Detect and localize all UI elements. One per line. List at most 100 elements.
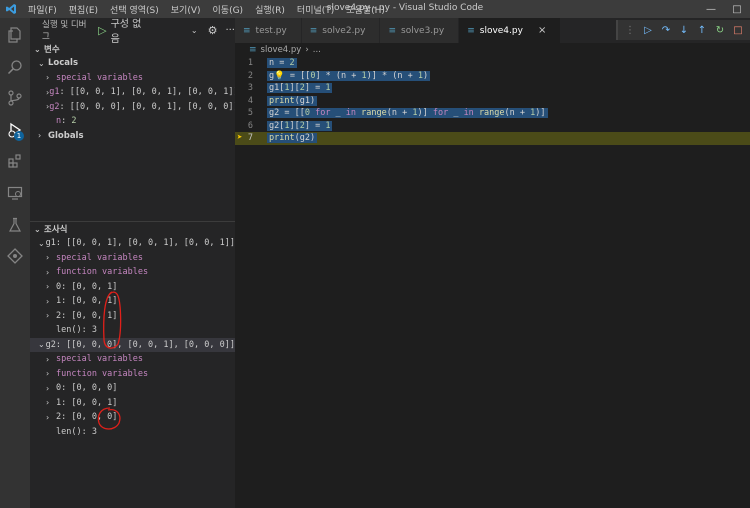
debug-config-select[interactable]: 구성 없음: [111, 15, 149, 45]
watch-g2-item-1[interactable]: › 1: [0, 0, 1]: [30, 396, 235, 411]
code-text: g1[1][2] = 1: [267, 83, 333, 94]
code-line-5[interactable]: 5 g2 = [[0 for _ in range(n + 1)] for _ …: [235, 107, 750, 120]
menu-help[interactable]: 도움말(H): [340, 3, 391, 16]
watch-g1-function[interactable]: › function variables: [30, 265, 235, 280]
watch-g1-special[interactable]: › special variables: [30, 251, 235, 266]
locals-scope[interactable]: ⌄ Locals: [30, 56, 235, 71]
tab-slove4[interactable]: ≡ slove4.py ×: [459, 18, 562, 43]
drag-handle-icon[interactable]: ⋮: [622, 25, 638, 36]
chevron-right-icon: ›: [46, 282, 50, 292]
watch-g1-item-2[interactable]: › 2: [0, 0, 1]: [30, 309, 235, 324]
tab-solve3[interactable]: ≡ solve3.py: [380, 18, 460, 43]
window-controls: — □: [698, 0, 750, 18]
breadcrumb-file[interactable]: slove4.py: [261, 45, 302, 55]
watch-g1-len[interactable]: len(): 3: [30, 323, 235, 338]
code-line-7[interactable]: ➤ 7 print(g2): [235, 132, 750, 145]
more-icon[interactable]: ···: [225, 25, 235, 36]
start-debug-icon[interactable]: ▷: [98, 24, 106, 37]
menu-file[interactable]: 파일(F): [22, 3, 63, 16]
watch-g1[interactable]: ⌄ g1: [[0, 0, 1], [0, 0, 1], [0, 0, 1]]: [30, 236, 235, 251]
chevron-right-icon: ›: [38, 131, 42, 141]
watch-g1-header: g1: [[0, 0, 1], [0, 0, 1], [0, 0, 1]]: [45, 238, 235, 249]
globals-scope[interactable]: › Globals: [30, 129, 235, 144]
list-item: 2: [0, 0, 1]: [56, 310, 118, 321]
maximize-icon[interactable]: □: [724, 0, 750, 18]
extensions-icon[interactable]: [0, 146, 30, 176]
len-label: len(): 3: [56, 325, 97, 336]
chevron-down-icon: ⌄: [38, 340, 45, 350]
watch-g1-item-0[interactable]: › 0: [0, 0, 1]: [30, 280, 235, 295]
code-line-1[interactable]: 1 n = 2: [235, 57, 750, 70]
variable-g2[interactable]: › g2: [[0, 0, 0], [0, 0, 1], [0, 0, 0]]: [30, 100, 239, 115]
python-file-icon: ≡: [249, 45, 257, 55]
menu-view[interactable]: 보기(V): [165, 3, 207, 16]
watch-g1-item-1[interactable]: › 1: [0, 0, 1]: [30, 294, 235, 309]
step-out-icon[interactable]: ↑: [694, 25, 710, 36]
close-icon[interactable]: ×: [538, 25, 546, 36]
menu-go[interactable]: 이동(G): [207, 3, 250, 16]
code-line-3[interactable]: 3 g1[1][2] = 1: [235, 82, 750, 95]
code-line-4[interactable]: 4 print(g1): [235, 95, 750, 108]
chevron-right-icon: ›: [46, 383, 50, 393]
restart-icon[interactable]: ↻: [712, 25, 728, 36]
debug-controls: ⋮ ▷ ↷ ↓ ↑ ↻ □: [616, 20, 750, 40]
tab-solve2[interactable]: ≡ solve2.py: [301, 18, 381, 43]
watch-g2-item-0[interactable]: › 0: [0, 0, 0]: [30, 381, 235, 396]
current-line-arrow-icon: ➤: [237, 133, 243, 144]
menu-selection[interactable]: 선택 영역(S): [104, 3, 165, 16]
code-line-6[interactable]: 6 g2[1][2] = 1: [235, 120, 750, 133]
python-file-icon: ≡: [467, 25, 475, 36]
gear-icon[interactable]: ⚙: [208, 24, 218, 37]
line-number: 6: [247, 120, 253, 131]
tab-label: test.py: [255, 25, 287, 36]
git-graph-icon[interactable]: [0, 241, 30, 271]
remote-explorer-icon[interactable]: [0, 178, 30, 208]
python-file-icon: ≡: [243, 25, 251, 36]
breadcrumb-rest[interactable]: ...: [313, 45, 321, 55]
chevron-right-icon: ›: [46, 253, 50, 263]
special-variables-row[interactable]: › special variables: [30, 71, 235, 86]
search-icon[interactable]: [0, 52, 30, 82]
code-text: print(g1): [267, 95, 318, 106]
watch-g2-item-2[interactable]: › 2: [0, 0, 0]: [30, 410, 235, 425]
code-editor[interactable]: 1 n = 2 2 g💡 = [[0] * (n + 1)] * (n + 1)…: [235, 57, 750, 145]
variable-n[interactable]: n: 2: [30, 114, 235, 129]
line-number: 4: [247, 95, 253, 106]
tab-label: slove4.py: [479, 25, 523, 36]
menu-edit[interactable]: 편집(E): [63, 3, 104, 16]
chevron-right-icon: ›: [46, 296, 50, 306]
chevron-down-icon[interactable]: ⌄: [191, 26, 198, 35]
watch-g2-function[interactable]: › function variables: [30, 367, 235, 382]
chevron-down-icon: ⌄: [38, 58, 45, 68]
testing-icon[interactable]: [0, 210, 30, 240]
explorer-icon[interactable]: [0, 20, 30, 50]
chevron-right-icon: ›: [46, 354, 50, 364]
step-over-icon[interactable]: ↷: [658, 25, 674, 36]
watch-g2-len[interactable]: len(): 3: [30, 425, 235, 440]
chevron-right-icon: ›: [46, 311, 50, 321]
stop-icon[interactable]: □: [730, 25, 746, 36]
debug-title: 실행 및 디버그: [42, 20, 87, 42]
run-debug-icon[interactable]: 1: [0, 115, 30, 145]
watch-g2[interactable]: ⌄ g2: [[0, 0, 0], [0, 0, 1], [0, 0, 0]]: [30, 337, 235, 352]
tab-test[interactable]: ≡ test.py: [235, 18, 302, 43]
source-control-icon[interactable]: [0, 83, 30, 113]
menu-run[interactable]: 실행(R): [249, 3, 291, 16]
watch-g2-special[interactable]: › special variables: [30, 352, 235, 367]
code-line-2[interactable]: 2 g💡 = [[0] * (n + 1)] * (n + 1): [235, 70, 750, 83]
variable-g1[interactable]: › g1: [[0, 0, 1], [0, 0, 1], [0, 0, 1]]: [30, 85, 239, 100]
var-value: [[0, 0, 0], [0, 0, 1], [0, 0, 0]]: [69, 101, 239, 112]
menu-terminal[interactable]: 터미널(T): [291, 3, 340, 16]
len-label: len(): 3: [56, 426, 97, 437]
continue-icon[interactable]: ▷: [640, 25, 656, 36]
tab-label: solve3.py: [401, 25, 445, 36]
code-text: g2[1][2] = 1: [267, 120, 333, 131]
variables-title: 변수: [44, 45, 60, 55]
debug-sidebar: 실행 및 디버그 ▷ 구성 없음 ⌄ ⚙ ··· ⌄ 변수 ⌄ Locals ›…: [30, 15, 239, 508]
chevron-right-icon: ›: [46, 73, 50, 83]
minimize-icon[interactable]: —: [698, 0, 724, 18]
step-into-icon[interactable]: ↓: [676, 25, 692, 36]
breadcrumb: ≡ slove4.py › ...: [235, 43, 750, 57]
chevron-right-icon: ›: [46, 412, 50, 422]
watch-section-header[interactable]: ⌄ 조사식: [30, 222, 235, 236]
